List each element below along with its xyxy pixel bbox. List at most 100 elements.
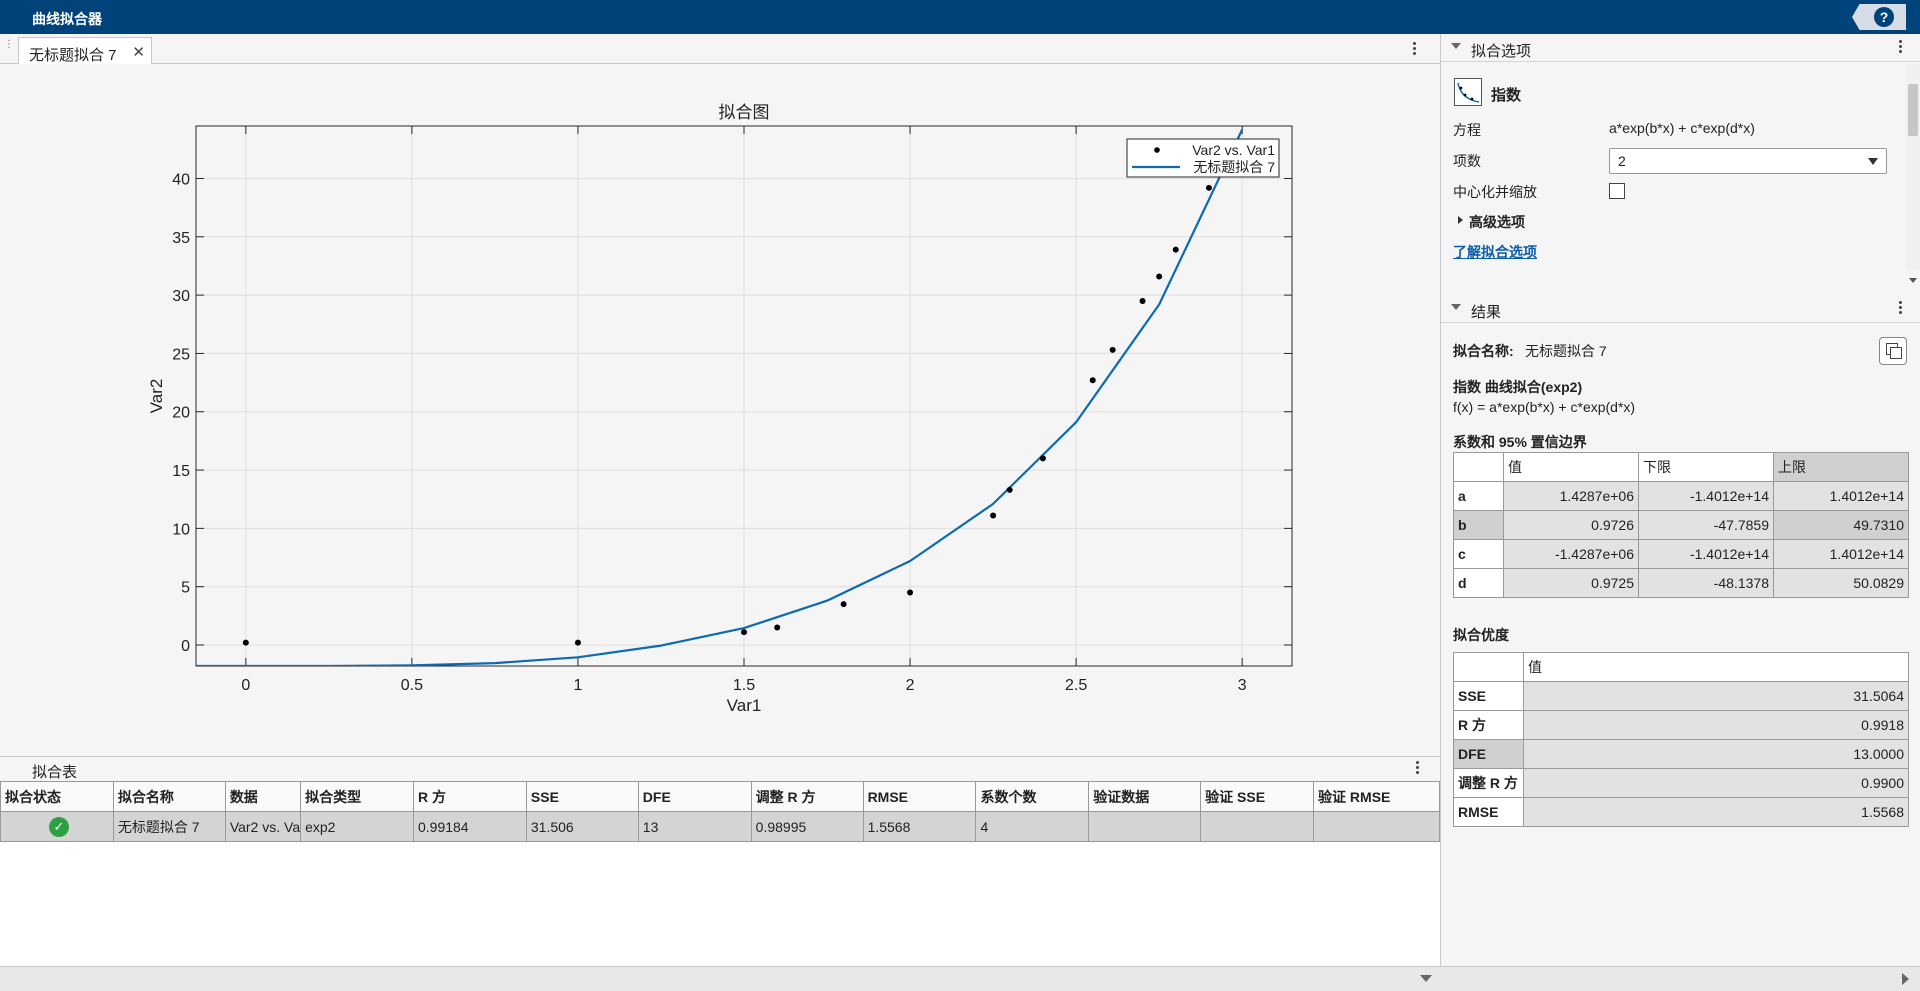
validation-rmse-cell — [1313, 811, 1440, 842]
coef-bounds-title: 系数和 95% 置信边界 — [1453, 434, 1587, 450]
table-row[interactable]: SSE 31.5064 — [1453, 681, 1909, 711]
title-bar: 曲线拟合器 ? — [0, 0, 1920, 34]
equation-value: a*exp(b*x) + c*exp(d*x) — [1609, 120, 1755, 136]
gof-header-row: 值 — [1453, 652, 1909, 682]
column-header[interactable]: 拟合类型 — [300, 781, 414, 812]
data-point — [774, 624, 781, 631]
column-header[interactable]: 上限 — [1773, 452, 1909, 482]
dfe-cell: 13 — [637, 811, 752, 842]
column-header[interactable]: DFE — [637, 781, 752, 812]
data-point — [990, 512, 997, 519]
copy-button[interactable] — [1879, 337, 1907, 365]
collapse-arrow-icon[interactable] — [1451, 304, 1461, 310]
column-header[interactable]: 验证 SSE — [1200, 781, 1315, 812]
y-tick-label: 40 — [172, 171, 190, 188]
column-header[interactable]: 调整 R 方 — [750, 781, 864, 812]
results-header[interactable]: 结果 — [1441, 295, 1920, 323]
more-options-icon[interactable] — [1411, 42, 1417, 58]
right-panel: 拟合选项 指数 方程 a*exp(b*x) + c*exp(d*x) 项数 2 … — [1440, 34, 1920, 966]
expand-panel-icon[interactable] — [1902, 973, 1909, 985]
column-header[interactable]: 下限 — [1638, 452, 1774, 482]
help-button[interactable]: ? — [1852, 4, 1906, 30]
y-tick-label: 15 — [172, 463, 190, 480]
column-header[interactable]: 值 — [1503, 452, 1639, 482]
fit-options-title: 拟合选项 — [1471, 43, 1532, 60]
data-point — [1156, 273, 1163, 280]
x-tick-label: 3 — [1238, 677, 1247, 694]
x-tick-label: 0 — [241, 677, 250, 694]
tab-grip-icon[interactable]: ⋮ — [4, 40, 14, 55]
data-point — [840, 601, 847, 608]
fit-type-cell: exp2 — [300, 811, 414, 842]
terms-label: 项数 — [1453, 153, 1481, 169]
more-options-icon[interactable] — [1414, 761, 1420, 777]
scrollbar-thumb[interactable] — [1908, 84, 1918, 136]
fit-name-label: 拟合名称: — [1453, 343, 1514, 359]
tab-label: 无标题拟合 7 — [29, 47, 117, 64]
expand-arrow-icon[interactable] — [1458, 216, 1463, 224]
y-tick-label: 20 — [172, 405, 190, 422]
fit-table-panel: 拟合表 拟合状态 拟合名称 数据 拟合类型 R 方 SSE DFE 调整 R 方… — [0, 756, 1440, 966]
column-header[interactable]: 验证 RMSE — [1313, 781, 1440, 812]
y-tick-label: 5 — [181, 580, 190, 597]
equation-label: 方程 — [1453, 122, 1481, 138]
table-row[interactable]: 调整 R 方 0.9900 — [1453, 768, 1909, 798]
table-row[interactable]: ✓ 无标题拟合 7 Var2 vs. Va exp2 0.99184 31.50… — [0, 811, 1440, 842]
column-header[interactable]: 拟合名称 — [112, 781, 226, 812]
table-row[interactable]: RMSE 1.5568 — [1453, 797, 1909, 827]
fit-name-cell: 无标题拟合 7 — [112, 811, 226, 842]
fit-curve — [196, 129, 1244, 666]
learn-fit-options-link[interactable]: 了解拟合选项 — [1453, 242, 1537, 262]
column-header[interactable]: 拟合状态 — [0, 781, 114, 812]
data-point — [1039, 455, 1046, 462]
column-header[interactable]: RMSE — [862, 781, 977, 812]
table-row[interactable]: R 方 0.9918 — [1453, 710, 1909, 740]
fit-name-value: 无标题拟合 7 — [1525, 343, 1607, 359]
scroll-down-icon[interactable] — [1909, 278, 1917, 283]
table-row[interactable]: DFE 13.0000 — [1453, 739, 1909, 769]
fit-type-label: 指数 — [1491, 87, 1522, 104]
tab-untitled-fit[interactable]: 无标题拟合 7 ✕ — [18, 37, 152, 65]
close-icon[interactable]: ✕ — [132, 43, 145, 61]
advanced-options-toggle[interactable]: 高级选项 — [1469, 212, 1525, 232]
table-row[interactable]: b 0.9726 -47.7859 49.7310 — [1453, 510, 1909, 540]
x-tick-label: 1.5 — [733, 677, 755, 694]
fit-status-cell: ✓ — [0, 811, 114, 842]
legend-entry-points: Var2 vs. Var1 — [1192, 142, 1275, 158]
document-tab-strip: ⋮ 无标题拟合 7 ✕ — [0, 34, 1440, 65]
column-header[interactable]: 验证数据 — [1088, 781, 1202, 812]
fit-table: 拟合状态 拟合名称 数据 拟合类型 R 方 SSE DFE 调整 R 方 RMS… — [0, 781, 1440, 842]
y-tick-label: 35 — [172, 230, 190, 247]
more-options-icon[interactable] — [1897, 40, 1903, 56]
more-options-icon[interactable] — [1897, 301, 1903, 317]
fit-table-header: 拟合表 — [0, 757, 1440, 781]
check-circle-icon: ✓ — [48, 816, 69, 837]
goodness-of-fit-title: 拟合优度 — [1453, 627, 1509, 643]
column-header[interactable]: 数据 — [224, 781, 302, 812]
x-tick-label: 2 — [906, 677, 915, 694]
x-tick-label: 1 — [573, 677, 582, 694]
column-header[interactable]: SSE — [525, 781, 639, 812]
legend[interactable]: Var2 vs. Var1 无标题拟合 7 — [1126, 138, 1280, 178]
data-point — [242, 639, 249, 646]
fit-plot[interactable]: 0 0.5 1 1.5 2 2.5 30510152025303540 拟合图 Var1 V… — [0, 64, 1440, 750]
y-tick-label: 30 — [172, 288, 190, 305]
y-tick-label: 10 — [172, 521, 190, 538]
data-point — [574, 639, 581, 646]
fit-options-header[interactable]: 拟合选项 — [1441, 34, 1920, 62]
coef-count-cell: 4 — [975, 811, 1090, 842]
collapse-arrow-icon[interactable] — [1451, 43, 1461, 49]
center-scale-checkbox[interactable] — [1609, 183, 1625, 199]
column-header[interactable]: 系数个数 — [975, 781, 1090, 812]
terms-dropdown[interactable]: 2 — [1609, 148, 1887, 174]
column-header[interactable]: 值 — [1523, 652, 1909, 682]
table-row[interactable]: c -1.4287e+06 -1.4012e+14 1.4012e+14 — [1453, 539, 1909, 569]
data-cell: Var2 vs. Va — [224, 811, 302, 842]
collapse-table-icon[interactable] — [1420, 975, 1432, 982]
model-formula: f(x) = a*exp(b*x) + c*exp(d*x) — [1453, 399, 1636, 415]
status-bar — [0, 966, 1920, 991]
column-header[interactable]: R 方 — [412, 781, 527, 812]
results-title: 结果 — [1471, 304, 1502, 321]
table-row[interactable]: d 0.9725 -48.1378 50.0829 — [1453, 568, 1909, 598]
table-row[interactable]: a 1.4287e+06 -1.4012e+14 1.4012e+14 — [1453, 481, 1909, 511]
